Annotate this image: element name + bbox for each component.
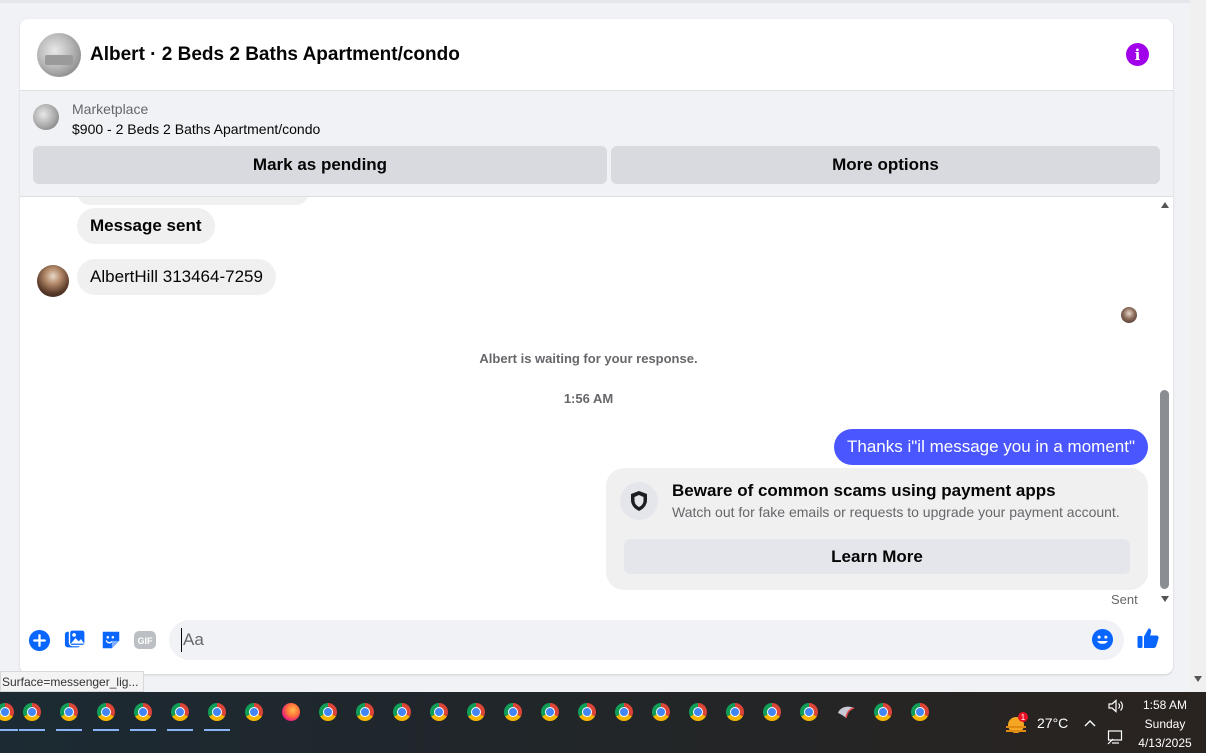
more-options-button[interactable]: More options: [611, 146, 1160, 184]
scam-warning-card: Beware of common scams using payment app…: [606, 468, 1148, 590]
clock-date: 4/13/2025: [1138, 736, 1192, 750]
window-top-border: [0, 0, 1190, 3]
shield-icon: [620, 482, 658, 520]
chrome-icon[interactable]: [870, 699, 896, 725]
chrome-icon[interactable]: [241, 699, 267, 725]
page-scroll-down-arrow[interactable]: [1194, 676, 1202, 682]
scam-warning-title: Beware of common scams using payment app…: [672, 481, 1056, 500]
chrome-icon[interactable]: [130, 699, 156, 731]
photo-icon[interactable]: [63, 628, 87, 652]
chrome-icon[interactable]: [611, 699, 637, 725]
message-input-container: [169, 620, 1124, 660]
scroll-up-arrow[interactable]: [1161, 202, 1169, 208]
listing-summary[interactable]: $900 - 2 Beds 2 Baths Apartment/condo: [72, 121, 320, 137]
chrome-icon[interactable]: [167, 699, 193, 731]
gif-icon[interactable]: GIF: [133, 628, 157, 652]
emoji-icon[interactable]: [1091, 628, 1114, 656]
chrome-icon[interactable]: [352, 699, 378, 725]
chrome-icon[interactable]: [500, 699, 526, 725]
thumbs-up-icon[interactable]: [1136, 626, 1160, 650]
svg-text:1: 1: [1021, 713, 1026, 722]
volume-icon[interactable]: [1107, 698, 1125, 719]
chrome-icon[interactable]: [315, 699, 341, 725]
message-list: Message sent AlbertHill 313464-7259 Albe…: [20, 197, 1173, 617]
chrome-icon[interactable]: [722, 699, 748, 725]
chrome-icon[interactable]: [56, 699, 82, 731]
chrome-icon[interactable]: [93, 699, 119, 731]
svg-text:GIF: GIF: [138, 636, 154, 646]
app-icon[interactable]: [833, 699, 859, 725]
marketplace-bar: Marketplace $900 - 2 Beds 2 Baths Apartm…: [20, 91, 1173, 197]
chrome-icon[interactable]: [463, 699, 489, 725]
chat-panel: Albert · 2 Beds 2 Baths Apartment/condo …: [20, 19, 1173, 674]
sent-status: Sent: [1111, 592, 1138, 607]
chrome-icon[interactable]: [19, 699, 45, 731]
learn-more-button[interactable]: Learn More: [624, 539, 1130, 574]
network-icon[interactable]: [1107, 729, 1125, 750]
chrome-icon[interactable]: [537, 699, 563, 725]
browser-status-bar: Surface=messenger_lig...: [0, 671, 145, 692]
chat-scrollbar[interactable]: [1157, 197, 1173, 613]
message-bubble: Message sent: [77, 208, 215, 244]
message-bubble-partial: [77, 197, 309, 205]
listing-avatar[interactable]: [37, 32, 81, 77]
chrome-icon[interactable]: [426, 699, 452, 725]
clock-time: 1:58 AM: [1142, 698, 1188, 712]
chrome-icon[interactable]: [759, 699, 785, 725]
firefox-icon[interactable]: [278, 699, 304, 725]
chrome-icon[interactable]: [907, 699, 933, 725]
chrome-icon[interactable]: [574, 699, 600, 725]
sticker-icon[interactable]: [99, 628, 123, 652]
temperature-label[interactable]: 27°C: [1037, 715, 1068, 731]
chrome-icon[interactable]: [648, 699, 674, 725]
scam-warning-subtitle: Watch out for fake emails or requests to…: [672, 504, 1120, 520]
sender-avatar[interactable]: [37, 265, 69, 297]
scroll-thumb[interactable]: [1160, 390, 1169, 589]
chrome-icon[interactable]: [204, 699, 230, 731]
outgoing-message-bubble: Thanks i"il message you in a moment": [834, 429, 1148, 465]
plus-circle-icon[interactable]: [27, 628, 51, 652]
conversation-header: Albert · 2 Beds 2 Baths Apartment/condo …: [20, 19, 1173, 91]
mark-as-pending-button[interactable]: Mark as pending: [33, 146, 607, 184]
chevron-up-icon[interactable]: [1084, 714, 1096, 730]
scroll-down-arrow[interactable]: [1161, 596, 1169, 602]
chrome-icon[interactable]: [389, 699, 415, 725]
seen-avatar: [1121, 307, 1137, 323]
system-clock[interactable]: 1:58 AM Sunday 4/13/2025: [1132, 696, 1198, 753]
message-timestamp: 1:56 AM: [563, 391, 614, 406]
chrome-icon[interactable]: [685, 699, 711, 725]
composer-bar: GIF: [20, 617, 1173, 674]
listing-thumbnail[interactable]: [33, 104, 59, 130]
page-scrollbar[interactable]: [1190, 0, 1206, 692]
info-icon[interactable]: i: [1126, 43, 1149, 66]
weather-icon[interactable]: 1: [1004, 712, 1028, 734]
waiting-notice: Albert is waiting for your response.: [479, 351, 698, 366]
message-input[interactable]: [181, 628, 1081, 652]
chrome-icon[interactable]: [0, 699, 18, 731]
chrome-icon[interactable]: [796, 699, 822, 725]
clock-day: Sunday: [1144, 717, 1186, 731]
message-bubble: AlbertHill 313464-7259: [77, 259, 276, 295]
marketplace-label: Marketplace: [72, 101, 149, 117]
windows-taskbar: 1 27°C 1:58 AM Sunday 4/13/2025: [0, 692, 1206, 753]
conversation-title[interactable]: Albert · 2 Beds 2 Baths Apartment/condo: [90, 44, 460, 66]
